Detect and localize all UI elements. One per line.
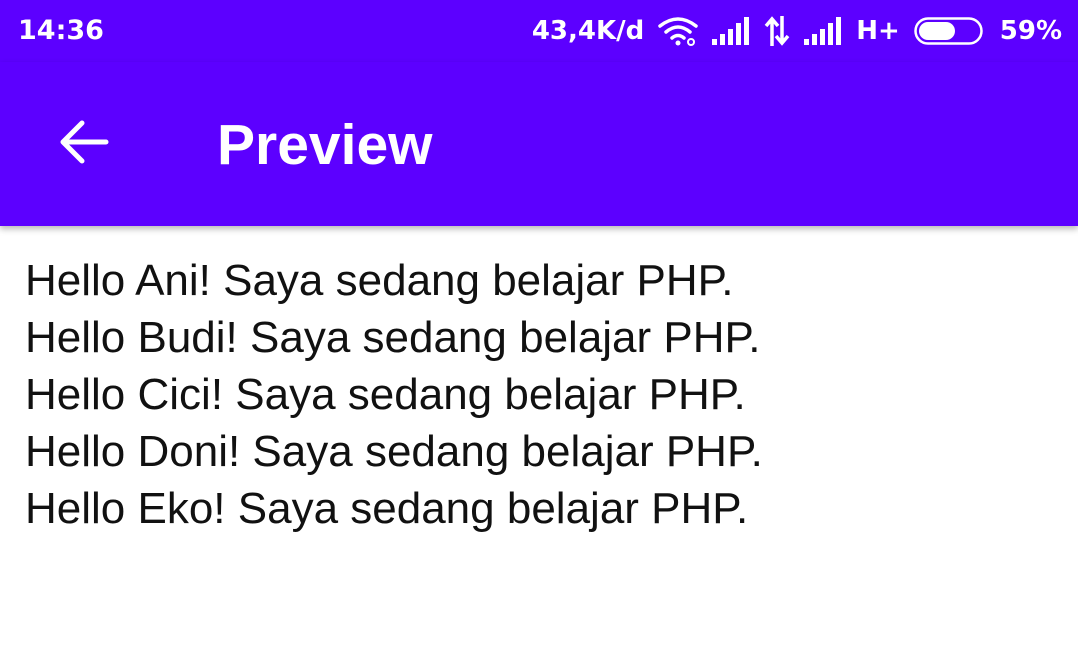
app-bar: Preview (0, 62, 1078, 226)
status-time: 14:36 (18, 15, 104, 46)
status-indicators: 43,4K/d H+ 59% (532, 13, 1062, 49)
battery-icon (914, 17, 986, 45)
arrow-back-icon (58, 118, 110, 171)
output-line: Hello Doni! Saya sedang belajar PHP. (25, 427, 763, 476)
back-button[interactable] (48, 108, 120, 180)
battery-percent: 59% (999, 16, 1062, 46)
status-bar: 14:36 43,4K/d H+ 59% (0, 0, 1078, 62)
output-line: Hello Cici! Saya sedang belajar PHP. (25, 370, 746, 419)
output-line: Hello Eko! Saya sedang belajar PHP. (25, 484, 749, 533)
network-type: H+ (856, 16, 900, 46)
page-title: Preview (217, 113, 433, 177)
wifi-icon (658, 16, 698, 46)
signal-icon (712, 17, 750, 45)
output-line: Hello Budi! Saya sedang belajar PHP. (25, 313, 761, 362)
network-speed: 43,4K/d (531, 16, 645, 46)
output-line: Hello Ani! Saya sedang belajar PHP. (25, 256, 734, 305)
preview-content: Hello Ani! Saya sedang belajar PHP. Hell… (25, 252, 1055, 537)
signal-icon (804, 17, 842, 45)
data-arrows-icon (764, 16, 790, 46)
